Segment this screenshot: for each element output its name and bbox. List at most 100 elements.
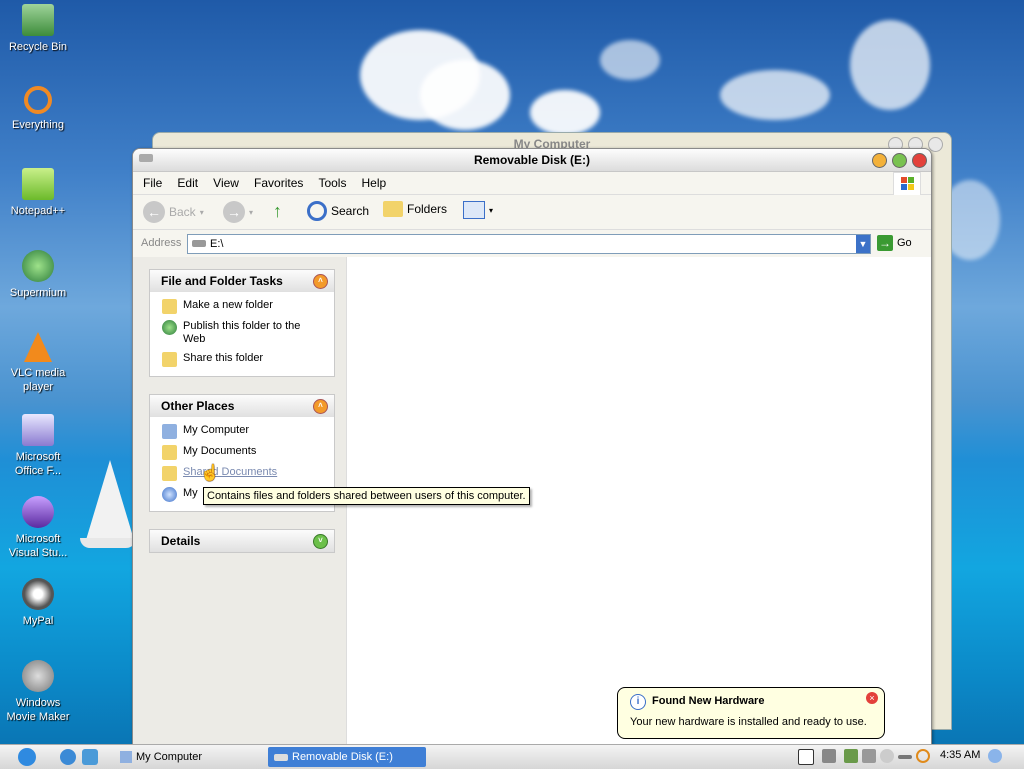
drive-icon: [274, 753, 288, 761]
desktop-icon-mypal[interactable]: MyPal: [2, 578, 74, 628]
back-button[interactable]: ← Back ▾: [143, 201, 204, 223]
shared-folder-icon: [162, 352, 177, 367]
file-folder-tasks-panel: File and Folder Tasks ˄ Make a new folde…: [149, 269, 335, 377]
chevron-down-icon: ▾: [199, 207, 204, 217]
task-publish-web[interactable]: Publish this folder to the Web: [150, 317, 334, 349]
views-icon: [463, 201, 485, 219]
recycle-bin-icon: [22, 4, 54, 36]
go-button[interactable]: → Go: [877, 235, 912, 251]
place-my-computer[interactable]: My Computer: [150, 421, 334, 442]
task-share-folder[interactable]: Share this folder: [150, 349, 334, 370]
quick-launch-desktop-icon[interactable]: [82, 749, 98, 765]
network-tray-icon[interactable]: [822, 749, 836, 763]
task-make-new-folder[interactable]: Make a new folder: [150, 296, 334, 317]
taskbar-item-removable-disk[interactable]: Removable Disk (E:): [268, 747, 426, 767]
safely-remove-tray-icon[interactable]: [862, 749, 876, 763]
close-button[interactable]: [912, 153, 927, 168]
desktop-icon-supermium[interactable]: Supermium: [2, 250, 74, 300]
cloud: [530, 90, 600, 135]
desktop-icon-recycle-bin[interactable]: Recycle Bin: [2, 4, 74, 54]
sailboat: [86, 460, 134, 540]
folders-label: Folders: [407, 202, 448, 216]
menu-bar: File Edit View Favorites Tools Help: [133, 172, 931, 196]
desktop-icon-visual-studio[interactable]: Microsoft Visual Stu...: [2, 496, 74, 560]
place-my-documents[interactable]: My Documents: [150, 442, 334, 463]
show-desktop-icon[interactable]: [988, 749, 1002, 763]
explorer-window[interactable]: Removable Disk (E:) File Edit View Favor…: [132, 148, 932, 746]
shared-documents-icon: [162, 466, 177, 481]
settings-tray-icon[interactable]: [880, 749, 894, 763]
place-label: My Computer: [183, 424, 250, 436]
hardware-tray-icon[interactable]: [844, 749, 858, 763]
views-button[interactable]: ▾: [463, 201, 493, 219]
taskbar: My Computer Removable Disk (E:) 4:35 AM: [0, 744, 1024, 769]
desktop-icon-label: Microsoft Office F...: [14, 451, 62, 477]
notification-balloon[interactable]: i Found New Hardware Your new hardware i…: [617, 687, 885, 739]
panel-title: Other Places: [161, 399, 235, 413]
task-label: Publish this folder to the Web: [183, 320, 301, 345]
forward-button[interactable]: → ▾: [223, 201, 253, 223]
desktop-icon-label: Everything: [12, 119, 64, 131]
menu-tools[interactable]: Tools: [312, 172, 352, 190]
address-dropdown-button[interactable]: ▼: [856, 235, 870, 253]
desktop-icon-label: Windows Movie Maker: [6, 697, 70, 723]
menu-view[interactable]: View: [207, 172, 245, 190]
usb-tray-icon[interactable]: [898, 755, 912, 759]
desktop-icon-notepadpp[interactable]: Notepad++: [2, 168, 74, 218]
desktop-icon-label: Supermium: [9, 287, 67, 299]
folders-button[interactable]: Folders: [383, 201, 447, 217]
documents-icon: [162, 445, 177, 460]
balloon-close-button[interactable]: ×: [866, 692, 878, 704]
vlc-cone-icon: [24, 332, 52, 362]
go-arrow-icon: →: [877, 235, 893, 251]
cloud: [420, 60, 510, 130]
everything-icon: [24, 86, 52, 114]
address-bar: Address E:\ ▼ → Go: [133, 230, 931, 259]
collapse-chevron-icon[interactable]: ˄: [313, 274, 328, 289]
desktop-icon-label: Microsoft Visual Stu...: [8, 533, 68, 559]
expand-chevron-icon[interactable]: ˅: [313, 534, 328, 549]
drive-icon: [192, 240, 206, 247]
taskbar-item-my-computer[interactable]: My Computer: [114, 747, 266, 767]
menu-file[interactable]: File: [137, 172, 168, 190]
taskbar-item-label: Removable Disk (E:): [292, 751, 393, 763]
menu-favorites[interactable]: Favorites: [248, 172, 309, 190]
file-folder-tasks-header[interactable]: File and Folder Tasks ˄: [150, 270, 334, 292]
help-tray-icon[interactable]: [798, 749, 814, 765]
address-input[interactable]: E:\ ▼: [187, 234, 871, 254]
computer-icon: [162, 424, 177, 439]
window-titlebar[interactable]: Removable Disk (E:): [133, 149, 931, 172]
desktop-icon-vlc[interactable]: VLC media player: [2, 332, 74, 394]
other-places-header[interactable]: Other Places ˄: [150, 395, 334, 417]
minimize-button[interactable]: [872, 153, 887, 168]
menu-edit[interactable]: Edit: [171, 172, 204, 190]
start-button[interactable]: [18, 748, 36, 766]
tooltip: Contains files and folders shared betwee…: [203, 487, 530, 505]
desktop-icon-office[interactable]: Microsoft Office F...: [2, 414, 74, 478]
menu-help[interactable]: Help: [356, 172, 393, 190]
up-folder-button[interactable]: ↑: [273, 201, 291, 221]
desktop-icon-label: Notepad++: [10, 205, 66, 217]
details-header[interactable]: Details ˅: [150, 530, 334, 552]
place-shared-documents[interactable]: Shared Documents: [150, 463, 334, 484]
place-label: My: [183, 487, 198, 499]
search-tray-icon[interactable]: [916, 749, 930, 763]
back-arrow-icon: ←: [143, 201, 165, 223]
task-label: Make a new folder: [183, 299, 273, 311]
maximize-button[interactable]: [892, 153, 907, 168]
quick-launch-ie-icon[interactable]: [60, 749, 76, 765]
sailboat-hull: [80, 538, 136, 548]
desktop-icon-everything[interactable]: Everything: [2, 86, 74, 132]
network-icon: [162, 487, 177, 502]
visual-studio-icon: [22, 496, 54, 528]
desktop-icon-movie-maker[interactable]: Windows Movie Maker: [2, 660, 74, 724]
hand-cursor-icon: ☝: [200, 465, 220, 482]
search-button[interactable]: Search: [307, 201, 369, 221]
chevron-down-icon: ▾: [249, 207, 254, 217]
search-label: Search: [331, 204, 370, 218]
clock[interactable]: 4:35 AM: [940, 749, 980, 761]
collapse-chevron-icon[interactable]: ˄: [313, 399, 328, 414]
panel-title: Details: [161, 534, 201, 548]
cloud: [720, 70, 830, 120]
task-label: Share this folder: [183, 352, 264, 364]
